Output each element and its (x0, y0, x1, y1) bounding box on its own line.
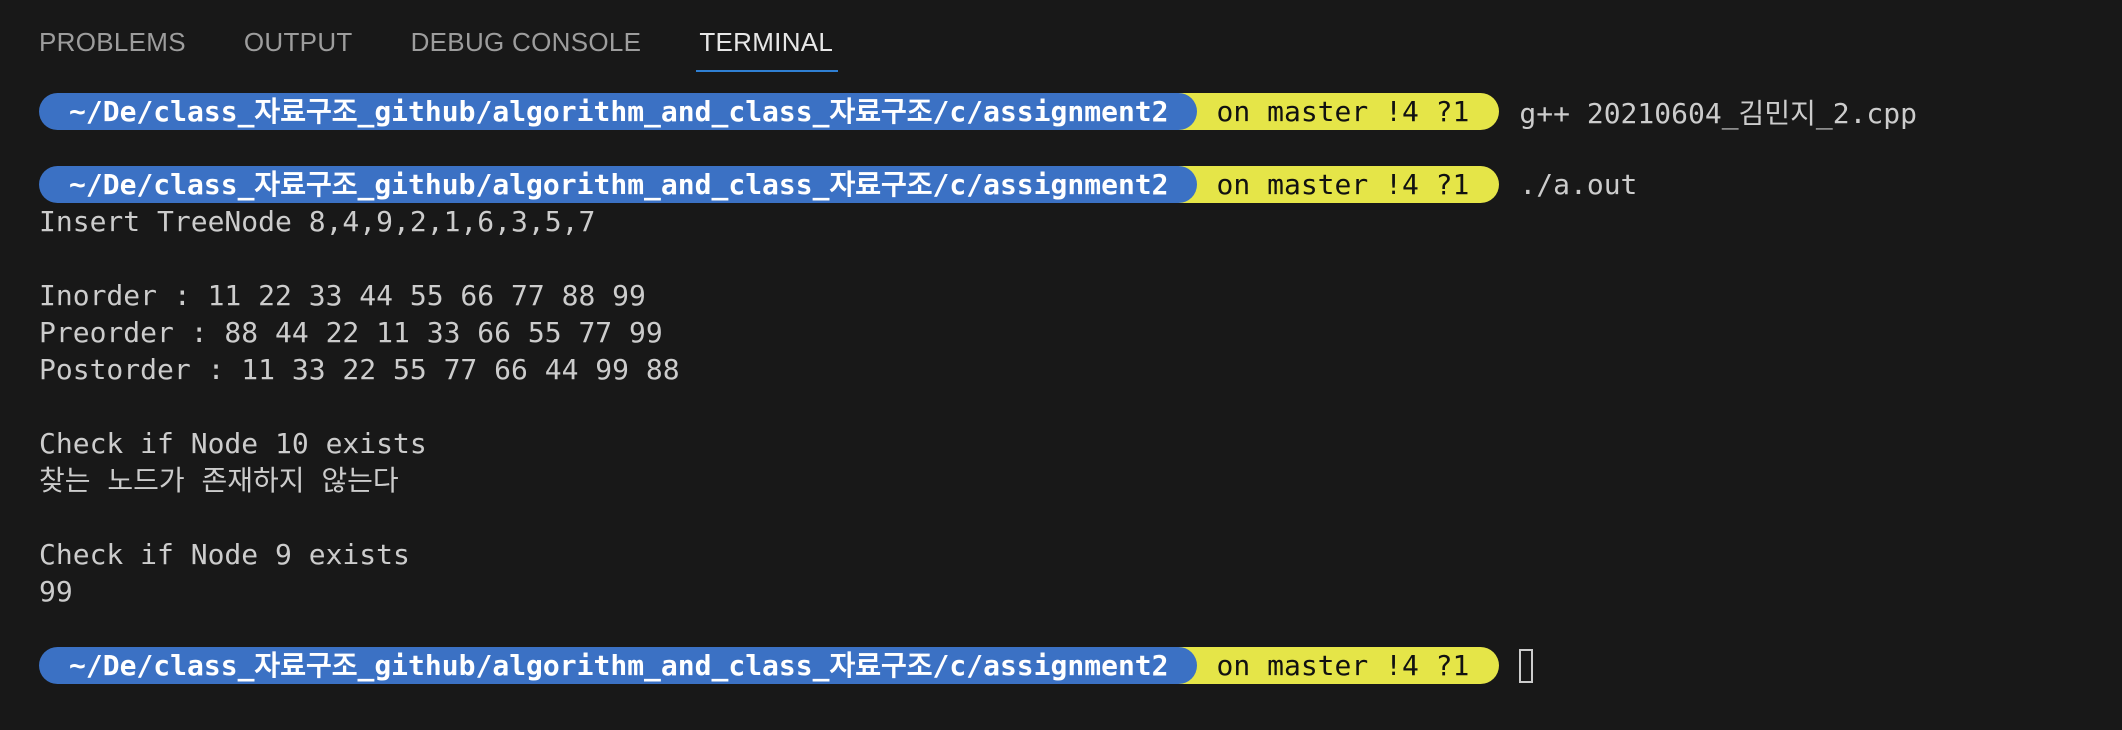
output-line: Preorder : 88 44 22 11 33 66 55 77 99 (39, 316, 663, 349)
prompt-git-segment: on master !4 ?1 (1166, 166, 1500, 203)
output-line: Inorder : 11 22 33 44 55 66 77 88 99 (39, 279, 646, 312)
prompt-line: ~/De/class_자료구조_github/algorithm_and_cla… (39, 93, 2102, 130)
tab-problems[interactable]: PROBLEMS (39, 22, 186, 72)
output-line: Postorder : 11 33 22 55 77 66 44 99 88 (39, 353, 680, 386)
command-text: ./a.out (1519, 168, 1638, 201)
prompt-path-segment: ~/De/class_자료구조_github/algorithm_and_cla… (39, 166, 1197, 203)
prompt-path-segment: ~/De/class_자료구조_github/algorithm_and_cla… (39, 93, 1197, 130)
tab-output[interactable]: OUTPUT (244, 22, 353, 72)
panel-tabs: PROBLEMS OUTPUT DEBUG CONSOLE TERMINAL (39, 22, 891, 74)
prompt-line: ~/De/class_자료구조_github/algorithm_and_cla… (39, 647, 2102, 684)
command-text: g++ 20210604_김민지_2.cpp (1519, 96, 1917, 130)
output-line: 찾는 노드가 존재하지 않는다 (39, 464, 399, 497)
output-line: Insert TreeNode 8,4,9,2,1,6,3,5,7 (39, 205, 596, 238)
output-line: 99 (39, 575, 73, 608)
tab-terminal[interactable]: TERMINAL (696, 22, 839, 72)
output-line: Check if Node 9 exists (39, 538, 410, 571)
terminal-cursor[interactable] (1519, 648, 1534, 683)
prompt-line: ~/De/class_자료구조_github/algorithm_and_cla… (39, 166, 2102, 203)
prompt-git-segment: on master !4 ?1 (1166, 93, 1500, 130)
prompt-git-segment: on master !4 ?1 (1166, 647, 1500, 684)
tab-debug-console[interactable]: DEBUG CONSOLE (411, 22, 642, 72)
output-line: Check if Node 10 exists (39, 427, 427, 460)
terminal-view[interactable]: ~/De/class_자료구조_github/algorithm_and_cla… (39, 93, 2102, 684)
prompt-path-segment: ~/De/class_자료구조_github/algorithm_and_cla… (39, 647, 1197, 684)
